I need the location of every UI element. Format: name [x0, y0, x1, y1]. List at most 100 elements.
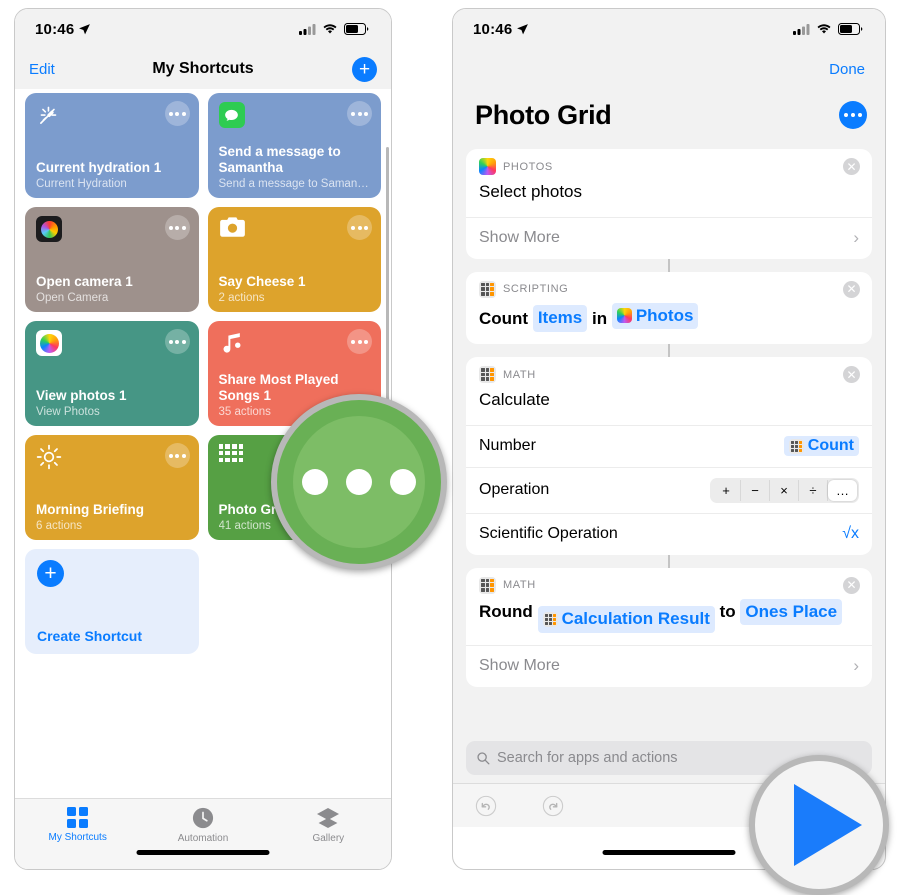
create-shortcut-label: Create Shortcut	[37, 628, 143, 644]
operation-option-plus[interactable]: +	[712, 479, 741, 501]
tile-title: View photos 1	[36, 388, 127, 404]
shortcut-tile-current-hydration[interactable]: Current hydration 1 Current Hydration	[25, 93, 199, 198]
count-token[interactable]: Count	[783, 436, 859, 457]
category-label: MATH	[503, 368, 536, 381]
chevron-right-icon: ›	[853, 228, 859, 248]
shortcut-tile-say-cheese[interactable]: Say Cheese 1 2 actions	[207, 207, 381, 312]
operation-option-divide[interactable]: ÷	[799, 479, 828, 501]
sun-icon	[36, 444, 62, 470]
tile-more-button[interactable]	[164, 215, 190, 240]
redo-icon[interactable]	[542, 795, 564, 817]
tile-more-button[interactable]	[347, 329, 372, 354]
squares-grid-icon	[67, 807, 89, 828]
tile-more-button[interactable]	[164, 329, 190, 354]
action-card-count[interactable]: SCRIPTING ✕ Count Items in Photos	[466, 271, 872, 345]
add-shortcut-button[interactable]: +	[352, 56, 377, 82]
photos-token[interactable]: Photos	[611, 302, 699, 330]
tab-gallery[interactable]: Gallery	[266, 807, 391, 844]
calculator-icon	[479, 280, 496, 298]
status-bar-time-group: 10:46	[35, 21, 91, 38]
tab-my-shortcuts[interactable]: My Shortcuts	[15, 807, 140, 843]
parameter-value[interactable]: + − × ÷ …	[710, 477, 859, 503]
show-more-row[interactable]: Show More ›	[466, 644, 872, 687]
parameter-row-scientific-operation[interactable]: Scientific Operation √x	[466, 512, 872, 555]
items-token[interactable]: Items	[532, 305, 588, 333]
ellipsis-icon	[293, 416, 425, 548]
tile-title: Current hydration 1	[36, 160, 162, 176]
navigation-bar: Edit My Shortcuts +	[15, 49, 391, 89]
tile-text: Open camera 1 Open Camera	[36, 274, 189, 304]
remove-action-button[interactable]: ✕	[843, 280, 860, 298]
status-bar-right: 10:46	[453, 9, 885, 49]
tile-more-button[interactable]	[347, 101, 372, 126]
operation-option-more[interactable]: …	[828, 479, 857, 501]
create-shortcut-tile[interactable]: + Create Shortcut	[25, 549, 199, 654]
show-more-label: Show More	[479, 229, 560, 247]
status-bar-left: 10:46	[15, 9, 391, 49]
calculation-result-token[interactable]: Calculation Result	[537, 605, 715, 633]
remove-action-button[interactable]: ✕	[843, 366, 860, 384]
edit-button[interactable]: Edit	[29, 61, 55, 78]
shortcut-tile-send-message[interactable]: Send a message to Samantha Send a messag…	[207, 93, 381, 198]
tile-more-button[interactable]	[164, 443, 190, 468]
calculator-icon	[542, 611, 558, 627]
tile-text: Morning Briefing 6 actions	[36, 502, 189, 532]
category-label: MATH	[503, 579, 536, 592]
tab-automation[interactable]: Automation	[140, 807, 265, 844]
parameter-label: Operation	[479, 481, 550, 499]
tile-text: View photos 1 View Photos	[36, 388, 189, 418]
action-card-round[interactable]: MATH ✕ Round Calculation Result to Ones …	[466, 567, 872, 687]
category-label: PHOTOS	[503, 160, 553, 173]
show-more-row[interactable]: Show More ›	[466, 216, 872, 259]
parameter-row-operation[interactable]: Operation + − × ÷ …	[466, 466, 872, 513]
tile-more-button[interactable]	[164, 101, 190, 126]
messages-app-icon	[218, 102, 245, 128]
status-bar-time-group: 10:46	[473, 21, 529, 38]
clock-icon	[192, 807, 214, 829]
tile-title: Morning Briefing	[36, 502, 144, 518]
calculator-icon	[788, 438, 804, 454]
count-keyword: Count	[479, 308, 529, 328]
tile-subtitle: 2 actions	[218, 292, 265, 304]
search-icon	[477, 752, 490, 765]
tab-label: Gallery	[312, 833, 345, 844]
shortcut-tile-view-photos[interactable]: View photos 1 View Photos	[25, 321, 199, 426]
calculator-icon	[479, 576, 496, 594]
remove-action-button[interactable]: ✕	[843, 158, 860, 175]
undo-icon[interactable]	[475, 795, 497, 817]
action-card-calculate[interactable]: MATH ✕ Calculate Number Count Operation …	[466, 357, 872, 555]
action-connector	[668, 258, 670, 272]
home-indicator	[602, 850, 736, 855]
shortcut-tile-morning-briefing[interactable]: Morning Briefing 6 actions	[25, 435, 199, 540]
action-main-text: Calculate	[479, 390, 550, 410]
parameter-row-number[interactable]: Number Count	[466, 424, 872, 467]
operation-option-times[interactable]: ×	[770, 479, 799, 501]
operation-option-minus[interactable]: −	[741, 479, 770, 501]
ones-place-token[interactable]: Ones Place	[740, 598, 843, 626]
card-header: PHOTOS	[466, 149, 872, 176]
wifi-icon	[323, 24, 337, 34]
tile-more-button[interactable]	[347, 215, 372, 240]
done-button[interactable]: Done	[829, 61, 865, 78]
remove-action-button[interactable]: ✕	[843, 576, 860, 594]
search-placeholder: Search for apps and actions	[497, 750, 678, 766]
shortcut-tile-open-camera[interactable]: Open camera 1 Open Camera	[25, 207, 199, 312]
status-bar-indicators	[793, 23, 863, 35]
to-keyword: to	[719, 601, 736, 621]
page-title: My Shortcuts	[152, 60, 254, 77]
parameter-label: Number	[479, 437, 536, 455]
play-icon	[794, 784, 862, 866]
play-magnifier-callout	[749, 755, 889, 895]
status-time: 10:46	[473, 20, 513, 38]
status-time: 10:46	[35, 20, 75, 38]
music-note-icon	[222, 333, 240, 353]
shortcut-settings-button[interactable]	[839, 101, 867, 129]
parameter-value[interactable]: Count	[783, 436, 859, 457]
tab-label: My Shortcuts	[48, 832, 107, 843]
action-card-select-photos[interactable]: PHOTOS ✕ Select photos Show More ›	[466, 149, 872, 259]
action-main-text: Round Calculation Result to Ones Place	[466, 595, 872, 645]
operation-segmented-control[interactable]: + − × ÷ …	[710, 477, 859, 503]
editor-header: Photo Grid	[453, 89, 885, 141]
scientific-operation-value[interactable]: √x	[842, 525, 859, 543]
calculator-icon	[479, 366, 496, 384]
